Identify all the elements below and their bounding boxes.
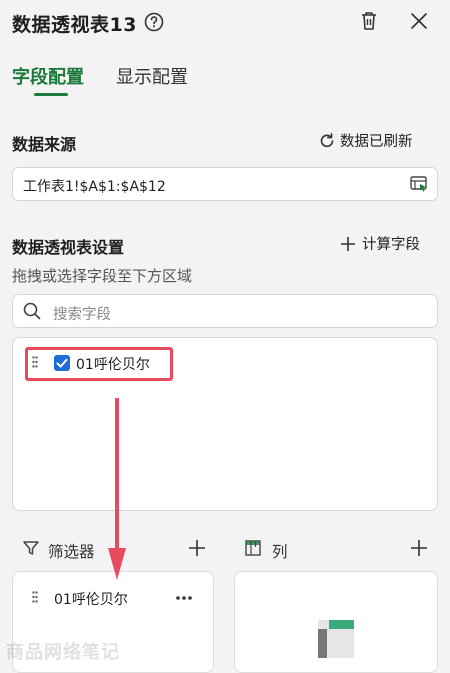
refresh-icon [320,132,334,147]
more-options-icon[interactable] [175,595,193,601]
help-icon[interactable] [144,12,164,32]
filter-icon [23,541,39,555]
columns-icon [245,540,261,556]
close-icon[interactable] [408,10,430,32]
filter-item-label[interactable]: 01呼伦贝尔 [54,589,128,609]
add-column-icon[interactable] [410,539,428,557]
field-item-label[interactable]: 01呼伦贝尔 [76,354,150,374]
watermark: 商品网络笔记 [6,642,120,663]
plus-icon [341,236,355,251]
drag-handle-icon[interactable] [32,591,38,603]
filter-area-label: 筛选器 [48,543,95,561]
calculated-field-button[interactable]: 计算字段 [340,233,420,254]
columns-drop-area[interactable] [234,571,438,673]
empty-table-icon [318,620,354,658]
columns-area-label: 列 [272,543,288,561]
data-source-title: 数据来源 [12,135,77,154]
field-search-input[interactable]: 搜索字段 [12,294,438,328]
refresh-label: 数据已刷新 [340,134,413,150]
field-list: 01呼伦贝尔 [12,337,438,511]
tab-field-config[interactable]: 字段配置 [12,63,84,89]
data-range-field[interactable]: 工作表1!$A$1:$A$12 [12,167,438,201]
drag-hint-text: 拖拽或选择字段至下方区域 [12,267,193,285]
tab-display-config[interactable]: 显示配置 [116,63,188,89]
search-icon [23,302,41,320]
calculated-field-label: 计算字段 [362,237,420,253]
search-placeholder: 搜索字段 [53,307,111,323]
annotation-arrow [108,398,126,580]
field-checkbox[interactable] [54,355,70,371]
check-icon [56,358,68,368]
panel-title: 数据透视表13 [12,14,137,36]
add-filter-icon[interactable] [188,539,206,557]
active-tab-indicator [34,93,68,96]
trash-icon[interactable] [358,10,380,32]
pivot-settings-title: 数据透视表设置 [12,238,125,257]
drag-handle-icon[interactable] [32,356,38,368]
refresh-button[interactable]: 数据已刷新 [318,130,413,151]
select-range-icon[interactable] [409,174,429,194]
data-range-value: 工作表1!$A$1:$A$12 [23,179,166,195]
